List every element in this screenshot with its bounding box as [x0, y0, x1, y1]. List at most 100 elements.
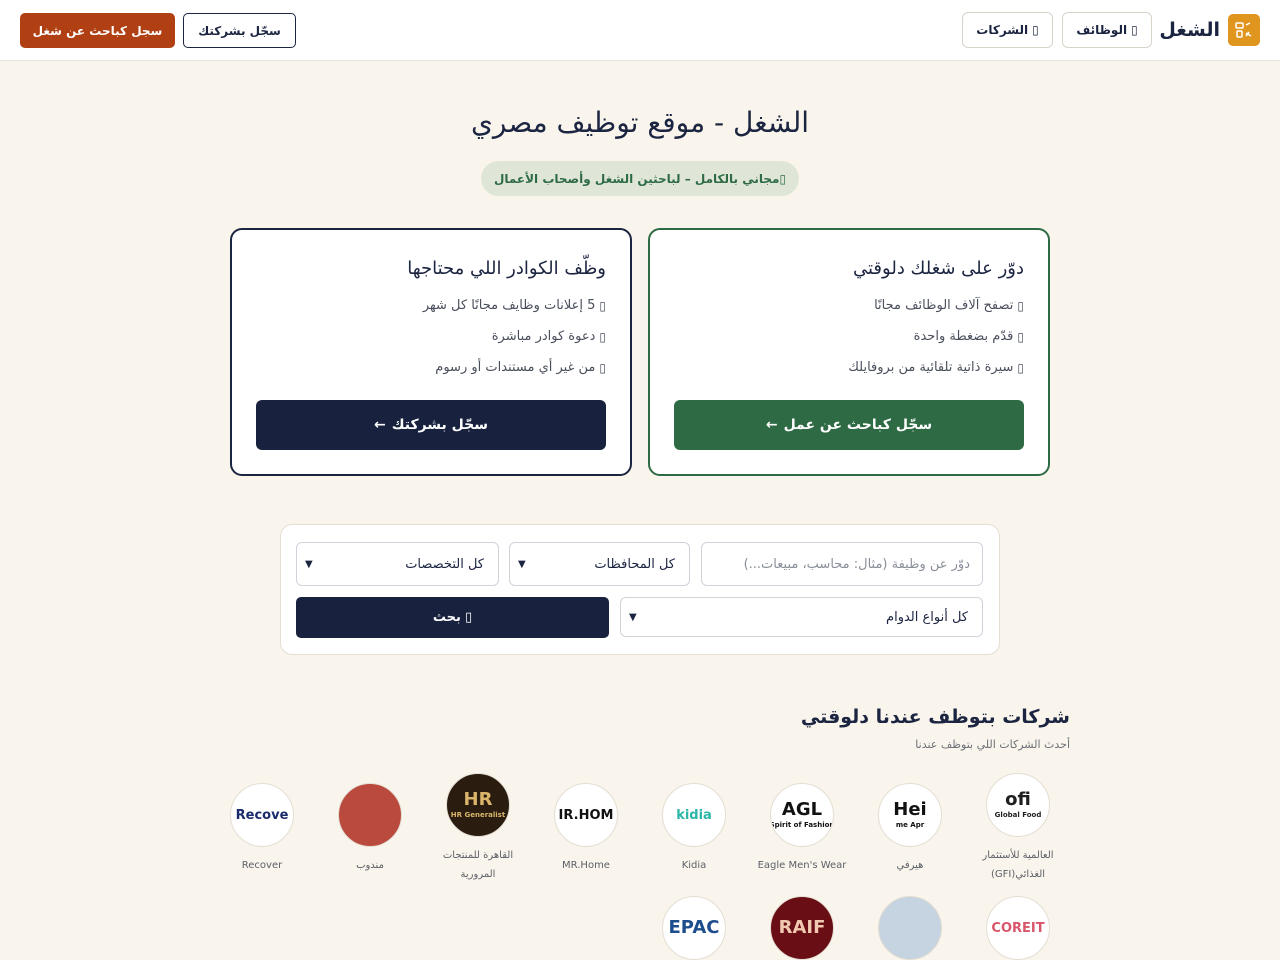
company-name: مندوب [356, 860, 384, 871]
company-logo: IR.HOM [554, 783, 618, 847]
chevron-down-icon: ▼ [629, 611, 637, 623]
companies-subtitle: أحدث الشركات اللي بتوظف عندنا [915, 738, 1070, 751]
employer-feature: ▯ 5 إعلانات وظايف مجانًا كل شهر [423, 298, 606, 313]
company-logo-text: RAIF [778, 917, 826, 938]
employer-feature-text: من غير أي مستندات أو رسوم [435, 360, 596, 375]
arrow-left-icon: ← [373, 417, 386, 433]
specialty-select-value: كل التخصصات [405, 556, 484, 572]
companies-title: شركات بتوظف عندنا دلوقتي [800, 706, 1070, 728]
company-logo-subtext: HR Generalist [450, 811, 506, 819]
company-logo-text: ofi [1005, 789, 1031, 810]
job-type-select-value: كل أنواع الدوام [886, 609, 968, 625]
job-search-input[interactable] [701, 542, 983, 586]
briefcase-logo-icon [1228, 14, 1260, 46]
employer-card: وظّف الكوادر اللي محتاجها ▯ 5 إعلانات وظ… [230, 228, 632, 476]
company-item[interactable]: IR.HOM MR.Home [538, 783, 634, 875]
nav-jobs-label: الوظائف [1076, 23, 1128, 37]
search-icon: ▯ [464, 610, 473, 625]
company-logo: HR HR Generalist [446, 773, 510, 837]
seeker-feature-text: قدّم بضغطة واحدة [913, 329, 1014, 344]
seeker-feature: ▯ قدّم بضغطة واحدة [914, 329, 1024, 344]
company-item[interactable]: HR HR Generalist القاهرة للمنتجات المرورية [430, 773, 526, 884]
company-name: Kidia [681, 860, 707, 871]
seeker-feature-text: تصفح آلاف الوظائف مجانًا [874, 298, 1014, 313]
check-icon: ▯ [599, 329, 606, 344]
check-icon: ▯ [1017, 329, 1024, 344]
nav-companies-label: الشركات [976, 23, 1029, 37]
register-company-label: سجّل بشركتك [391, 417, 489, 433]
nav-jobs-button[interactable]: ▯ الوظائف [1062, 12, 1152, 48]
top-header: الشغل ▯ الوظائف ▯ الشركات سجّل بشركتك سج… [0, 0, 1280, 61]
company-item[interactable]: AGL Spirit of Fashion Eagle Men's Wear [754, 783, 850, 875]
free-badge: ▯ مجاني بالكامل – لباحثين الشغل وأصحاب ا… [481, 161, 799, 196]
brand-name: الشغل [1159, 19, 1220, 41]
company-logo-subtext: me Apr [895, 821, 925, 829]
employer-feature: ▯ دعوة كوادر مباشرة [492, 329, 606, 344]
company-name: العالمية للأستثمار الغذائي(GFI) [982, 850, 1054, 880]
company-logo-text: EPAC [668, 917, 720, 938]
seeker-feature: ▯ سيرة ذاتية تلقائية من بروفايلك [848, 360, 1024, 375]
seeker-card-title: دوّر على شغلك دلوقتي [853, 258, 1024, 279]
company-item[interactable]: مندوب [322, 783, 418, 875]
check-icon: ▯ [599, 360, 606, 375]
arrow-left-icon: ← [765, 417, 778, 433]
company-item[interactable]: kidia Kidia [646, 783, 742, 875]
company-item[interactable]: Hei me Apr هيرفي [862, 783, 958, 875]
register-seeker-label: سجّل كباحث عن عمل [783, 417, 933, 433]
company-logo: RAIF [770, 896, 834, 960]
company-logo: ofi Global Food [986, 773, 1050, 837]
register-company-button[interactable]: سجّل بشركتك ← [256, 400, 606, 450]
company-item[interactable]: Recove Recover [214, 783, 310, 875]
company-name: MR.Home [562, 860, 610, 871]
company-logo-text: IR.HOM [558, 807, 614, 823]
check-icon: ▯ [779, 171, 787, 186]
company-name: Recover [241, 860, 283, 871]
governorate-select[interactable]: كل المحافظات ▼ [509, 542, 690, 586]
company-logo: EPAC [662, 896, 726, 960]
check-icon: ▯ [599, 298, 606, 313]
company-logo: AGL Spirit of Fashion [770, 783, 834, 847]
check-icon: ▯ [1017, 298, 1024, 313]
seeker-feature-text: سيرة ذاتية تلقائية من بروفايلك [848, 360, 1014, 375]
seeker-feature: ▯ تصفح آلاف الوظائف مجانًا [874, 298, 1024, 313]
building-icon: ▯ [1032, 23, 1039, 37]
company-logo: Hei me Apr [878, 783, 942, 847]
chevron-down-icon: ▼ [305, 558, 313, 570]
company-logo-text: kidia [676, 807, 712, 823]
governorate-select-value: كل المحافظات [594, 556, 675, 572]
company-logo: COREIT [986, 896, 1050, 960]
company-item[interactable]: EPAC [646, 896, 742, 960]
header-register-company-button[interactable]: سجّل بشركتك [183, 13, 296, 48]
job-type-select[interactable]: كل أنواع الدوام ▼ [620, 597, 983, 637]
briefcase-icon: ▯ [1131, 23, 1138, 37]
seeker-card: دوّر على شغلك دلوقتي ▯ تصفح آلاف الوظائف… [648, 228, 1050, 476]
register-seeker-button[interactable]: سجّل كباحث عن عمل ← [674, 400, 1024, 450]
page-title: الشغل - موقع توظيف مصري [470, 106, 810, 139]
company-item[interactable] [862, 896, 958, 960]
company-logo-text: COREIT [991, 920, 1045, 936]
specialty-select[interactable]: كل التخصصات ▼ [296, 542, 499, 586]
company-item[interactable]: ofi Global Food العالمية للأستثمار الغذائي… [970, 773, 1066, 884]
company-logo: kidia [662, 783, 726, 847]
company-item[interactable]: RAIF [754, 896, 850, 960]
company-item[interactable]: COREIT [970, 896, 1066, 960]
company-name: هيرفي [896, 860, 924, 871]
employer-card-title: وظّف الكوادر اللي محتاجها [407, 258, 606, 279]
company-logo [338, 783, 402, 847]
brand[interactable]: الشغل [1159, 14, 1260, 46]
company-name: القاهرة للمنتجات المرورية [442, 850, 514, 880]
company-logo-subtext: Spirit of Fashion [770, 821, 834, 829]
employer-feature: ▯ من غير أي مستندات أو رسوم [435, 360, 606, 375]
check-icon: ▯ [1017, 360, 1024, 375]
company-logo-text: AGL [781, 799, 823, 820]
header-register-seeker-button[interactable]: سجل كباحث عن شغل [20, 13, 175, 48]
search-button-label: بحث [432, 610, 461, 625]
company-logo-subtext: Global Food [994, 811, 1042, 819]
search-button[interactable]: ▯ بحث [296, 597, 609, 638]
nav-companies-button[interactable]: ▯ الشركات [962, 12, 1053, 48]
chevron-down-icon: ▼ [518, 558, 526, 570]
employer-feature-text: 5 إعلانات وظايف مجانًا كل شهر [422, 298, 596, 313]
company-logo-text: HR [463, 789, 493, 810]
job-search-panel: كل المحافظات ▼ كل التخصصات ▼ كل أنواع ال… [280, 524, 1000, 655]
employer-feature-text: دعوة كوادر مباشرة [491, 329, 596, 344]
